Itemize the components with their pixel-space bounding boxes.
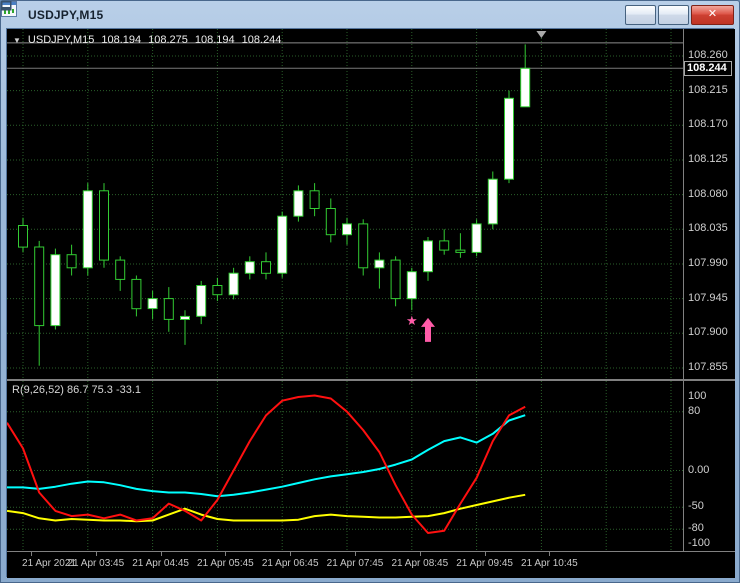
candle-body (115, 259, 126, 280)
candle-body (99, 190, 109, 261)
chart-shift-marker-icon (536, 31, 547, 38)
candle-body (261, 261, 271, 274)
window-title: USDJPY,M15 (28, 7, 104, 22)
candle-body (487, 178, 498, 225)
candle-body (342, 223, 352, 236)
close-icon: ✕ (707, 8, 718, 20)
maximize-icon (1, 1, 12, 11)
indicator-axis-label: -80 (688, 522, 704, 535)
candle-body (163, 298, 174, 320)
candle-body (325, 208, 336, 236)
price-axis-label: 107.900 (688, 326, 728, 339)
ohlc-high: 108.275 (148, 34, 188, 46)
candle-body (244, 261, 255, 274)
candle-body (18, 225, 28, 248)
time-axis-tick (290, 552, 292, 556)
indicator-label: R(9,26,52) 86.7 75.3 -33.1 (12, 384, 142, 396)
indicator-scale[interactable]: 100 80 0.00 -50 -80 -100 (683, 381, 735, 551)
candle-body (520, 67, 531, 108)
indicator-axis-label: 100 (688, 390, 707, 402)
price-axis-label: 108.215 (688, 83, 728, 96)
indicator-pane: R(9,26,52) 86.7 75.3 -33.1 100 80 0.00 -50 -… (7, 381, 735, 551)
candle-body (228, 272, 239, 296)
candle-body (277, 215, 288, 274)
candle-body (309, 190, 320, 210)
candle-body (66, 254, 77, 269)
ohlc-low: 108.194 (194, 34, 235, 46)
close-button[interactable]: ✕ (691, 4, 734, 25)
time-axis[interactable]: 21 Apr 2021 21 Apr 03:45 21 Apr 04:45 21 Ap… (7, 552, 735, 578)
time-axis-tick (549, 552, 551, 556)
current-price-tag: 108.244 (684, 61, 732, 77)
candle-body (504, 97, 514, 180)
indicator-axis-label: 0.00 (688, 463, 710, 476)
price-axis-label: 108.080 (688, 187, 728, 200)
price-axis-label: 108.125 (688, 152, 728, 165)
time-axis-tick (160, 552, 162, 556)
price-axis-label: 108.035 (688, 222, 728, 235)
maximize-button[interactable] (1, 1, 689, 25)
time-axis-tick (419, 552, 421, 556)
ohlc-header: ▼ USDJPY,M15 108.194 108.275 108.194 108… (13, 34, 281, 46)
candle-body (82, 190, 93, 269)
candle-body (406, 271, 417, 300)
price-axis-label: 107.990 (688, 256, 728, 269)
minimize-button[interactable] (1, 4, 656, 25)
time-axis-tick (31, 552, 32, 556)
mt4-chart-window: USDJPY,M15 ✕ ★ ▼ USDJPY,M15 108.194 108.… (0, 0, 740, 583)
indicator-line-yellow (7, 493, 526, 523)
candle-body (180, 315, 190, 320)
candle-body (390, 259, 401, 300)
signal-star-icon: ★ (406, 313, 418, 328)
candle-body (439, 240, 450, 251)
candle-body (212, 285, 223, 296)
candle-body (358, 223, 369, 269)
time-axis-tick (355, 552, 356, 556)
quick-trade-expander-icon[interactable]: ▼ (13, 36, 21, 45)
buy-signal-up-arrow-icon (421, 317, 435, 342)
time-axis-tick (95, 552, 97, 556)
candlestick-chart[interactable]: ★ (7, 29, 683, 379)
candle-body (455, 249, 466, 253)
candle-body (293, 190, 304, 217)
candle-body (131, 278, 142, 310)
window-controls: ✕ (1, 1, 734, 25)
indicator-line-cyan (7, 414, 526, 498)
price-scale[interactable]: 108.260 108.215 108.170 108.125 108.080 108.0… (683, 29, 735, 379)
price-pane: ★ ▼ USDJPY,M15 108.194 108.275 108.194 1… (7, 29, 735, 379)
candle-body (196, 285, 207, 317)
indicator-axis-label: -50 (688, 500, 704, 513)
price-axis-label: 107.855 (688, 360, 728, 373)
ohlc-close: 108.244 (241, 34, 282, 46)
indicator-chart[interactable] (7, 381, 683, 551)
candle-body (374, 259, 385, 269)
indicator-axis-label: 80 (688, 404, 701, 417)
price-axis-label: 108.260 (688, 48, 728, 61)
candle-body (34, 246, 45, 327)
price-axis-label: 108.170 (688, 118, 728, 131)
candle-body (423, 240, 433, 273)
ohlc-symbol: USDJPY,M15 (27, 34, 95, 46)
candle-body (147, 298, 158, 310)
time-axis-tick (225, 552, 227, 556)
candle-body (471, 223, 482, 253)
indicator-axis-label: -100 (688, 537, 711, 549)
ohlc-open: 108.194 (101, 34, 142, 46)
chart-area: ★ ▼ USDJPY,M15 108.194 108.275 108.194 1… (6, 28, 735, 578)
window-titlebar[interactable]: USDJPY,M15 ✕ (1, 1, 739, 28)
candle-body (50, 254, 61, 327)
price-axis-label: 107.945 (688, 291, 728, 304)
time-axis-label: 21 Apr 10:45 (521, 558, 578, 569)
time-axis-tick (484, 552, 486, 556)
